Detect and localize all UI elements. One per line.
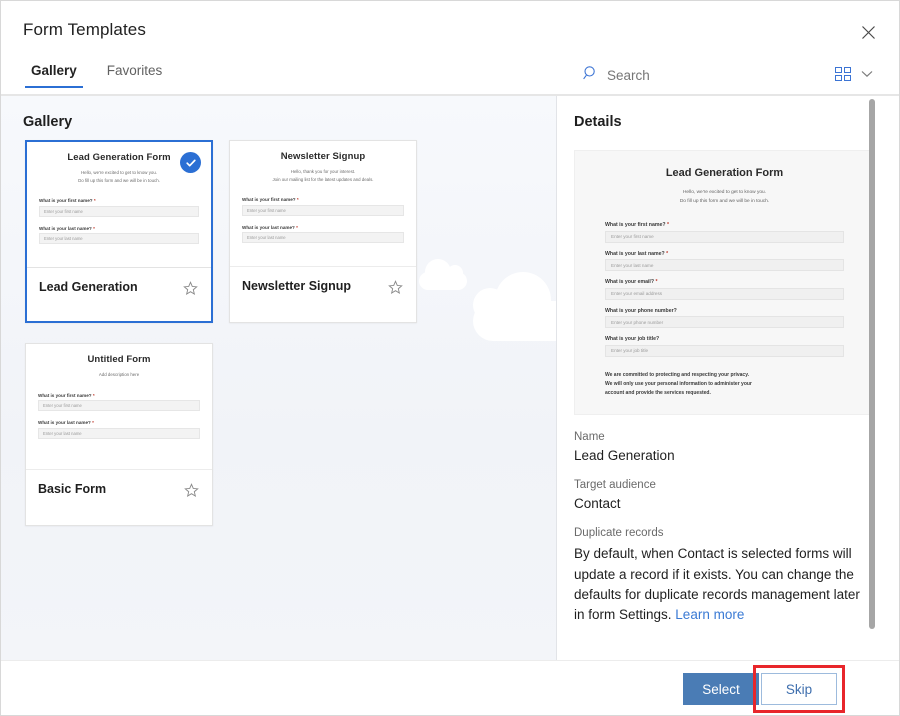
thumb-fields: What is your first name? * Enter your fi…: [38, 393, 200, 439]
details-scroll-area: Lead Generation Form Hello, we're excite…: [557, 140, 887, 661]
thumb-field-label: What is your first name? *: [242, 197, 404, 202]
details-duplicate-group: Duplicate records By default, when Conta…: [574, 527, 867, 625]
preview-field-label: What is your job title?: [605, 336, 844, 342]
thumb-fields: What is your first name? * Enter your fi…: [242, 197, 404, 243]
favorite-star-icon[interactable]: [182, 280, 199, 297]
select-button[interactable]: Select: [683, 673, 759, 705]
footer-buttons: Select Skip: [677, 661, 837, 716]
tab-favorites[interactable]: Favorites: [101, 59, 169, 88]
preview-field-label: What is your last name? *: [605, 251, 844, 257]
preview-field-label: What is your phone number?: [605, 308, 844, 314]
details-name-label: Name: [574, 431, 867, 443]
search-icon: [583, 65, 599, 86]
card-thumbnail: Lead Generation Form Hello, we're excite…: [27, 142, 211, 268]
card-title: Lead Generation: [39, 280, 138, 294]
close-icon[interactable]: [853, 18, 883, 46]
details-name-group: Name Lead Generation: [574, 431, 867, 463]
preview-field-input: Enter your job title: [605, 345, 844, 357]
chevron-down-icon: [861, 65, 873, 83]
preview-field: What is your job title? Enter your job t…: [605, 336, 844, 357]
tab-gallery[interactable]: Gallery: [25, 59, 83, 88]
thumb-title: Lead Generation Form: [39, 152, 199, 163]
card-thumbnail: Untitled Form Add description here What …: [26, 344, 212, 470]
template-card-lead-generation[interactable]: Lead Generation Form Hello, we're excite…: [25, 140, 213, 323]
thumb-field-input: Enter your first name: [38, 400, 200, 411]
thumb-subtitle: Hello, we're excited to get to know you.…: [39, 169, 199, 184]
preview-field-input: Enter your phone number: [605, 316, 844, 328]
gallery-pane: Gallery Lead Generation Form Hello, we'r…: [1, 96, 557, 661]
details-duplicate-text: By default, when Contact is selected for…: [574, 544, 867, 625]
view-toggle-button[interactable]: [835, 65, 873, 83]
card-title: Newsletter Signup: [242, 279, 351, 293]
selected-check-icon: [180, 152, 201, 173]
preview-title: Lead Generation Form: [593, 167, 856, 179]
dialog-title: Form Templates: [23, 20, 146, 40]
thumb-title: Untitled Form: [38, 354, 200, 365]
thumb-field-input: Enter your first name: [242, 205, 404, 216]
thumb-subtitle: Hello, thank you for your interest. Join…: [242, 168, 404, 183]
preview-field: What is your first name? * Enter your fi…: [605, 222, 844, 243]
thumb-field-input: Enter your last name: [39, 233, 199, 244]
thumb-field-input: Enter your last name: [242, 232, 404, 243]
template-preview: Lead Generation Form Hello, we're excite…: [574, 150, 875, 415]
details-scrollbar[interactable]: [869, 98, 875, 659]
favorite-star-icon[interactable]: [183, 482, 200, 499]
card-thumbnail: Newsletter Signup Hello, thank you for y…: [230, 141, 416, 267]
thumb-field-input: Enter your last name: [38, 428, 200, 439]
template-card-grid: Lead Generation Form Hello, we're excite…: [25, 140, 435, 526]
card-footer: Basic Form: [26, 470, 212, 525]
preview-consent-text: We are committed to protecting and respe…: [605, 371, 844, 399]
preview-field-input: Enter your first name: [605, 231, 844, 243]
tab-bar: Gallery Favorites: [1, 59, 900, 95]
favorite-star-icon[interactable]: [387, 279, 404, 296]
details-duplicate-label: Duplicate records: [574, 527, 867, 539]
details-audience-value: Contact: [574, 496, 867, 511]
dialog-footer: Select Skip: [1, 660, 900, 716]
preview-field-input: Enter your email address: [605, 288, 844, 300]
thumb-field-label: What is your last name? *: [242, 225, 404, 230]
thumb-field-label: What is your last name? *: [39, 226, 199, 231]
thumb-field-label: What is your first name? *: [38, 393, 200, 398]
dialog-body: Gallery Lead Generation Form Hello, we'r…: [1, 95, 900, 660]
gallery-heading: Gallery: [23, 114, 72, 130]
preview-field: What is your phone number? Enter your ph…: [605, 308, 844, 329]
details-heading: Details: [574, 114, 622, 130]
cloud-decoration-large: [473, 301, 557, 341]
details-scrollbar-thumb[interactable]: [869, 99, 875, 629]
details-audience-label: Target audience: [574, 479, 867, 491]
thumb-fields: What is your first name? * Enter your fi…: [39, 198, 199, 244]
thumb-field-label: What is your last name? *: [38, 420, 200, 425]
details-audience-group: Target audience Contact: [574, 479, 867, 511]
preview-field-label: What is your email? *: [605, 279, 844, 285]
tab-list: Gallery Favorites: [25, 59, 168, 88]
thumb-title: Newsletter Signup: [242, 151, 404, 162]
thumb-field-label: What is your first name? *: [39, 198, 199, 203]
template-card-newsletter-signup[interactable]: Newsletter Signup Hello, thank you for y…: [229, 140, 417, 323]
preview-field: What is your email? * Enter your email a…: [605, 279, 844, 300]
search-placeholder: Search: [607, 68, 650, 83]
preview-subtitle: Hello, we're excited to get to know you.…: [593, 188, 856, 206]
thumb-field-input: Enter your first name: [39, 206, 199, 217]
details-pane: Details Lead Generation Form Hello, we'r…: [557, 96, 900, 661]
template-card-basic-form[interactable]: Untitled Form Add description here What …: [25, 343, 213, 526]
search-input[interactable]: Search: [583, 65, 650, 86]
preview-field: What is your last name? * Enter your las…: [605, 251, 844, 272]
details-name-value: Lead Generation: [574, 448, 867, 463]
card-footer: Newsletter Signup: [230, 267, 416, 322]
grid-view-icon: [835, 67, 851, 81]
card-footer: Lead Generation: [27, 268, 211, 321]
card-title: Basic Form: [38, 482, 106, 496]
skip-button[interactable]: Skip: [761, 673, 837, 705]
form-templates-dialog: Form Templates Gallery Favorites Search: [0, 0, 900, 716]
thumb-subtitle: Add description here: [38, 371, 200, 379]
preview-field-input: Enter your last name: [605, 259, 844, 271]
learn-more-link[interactable]: Learn more: [675, 607, 744, 622]
preview-field-label: What is your first name? *: [605, 222, 844, 228]
